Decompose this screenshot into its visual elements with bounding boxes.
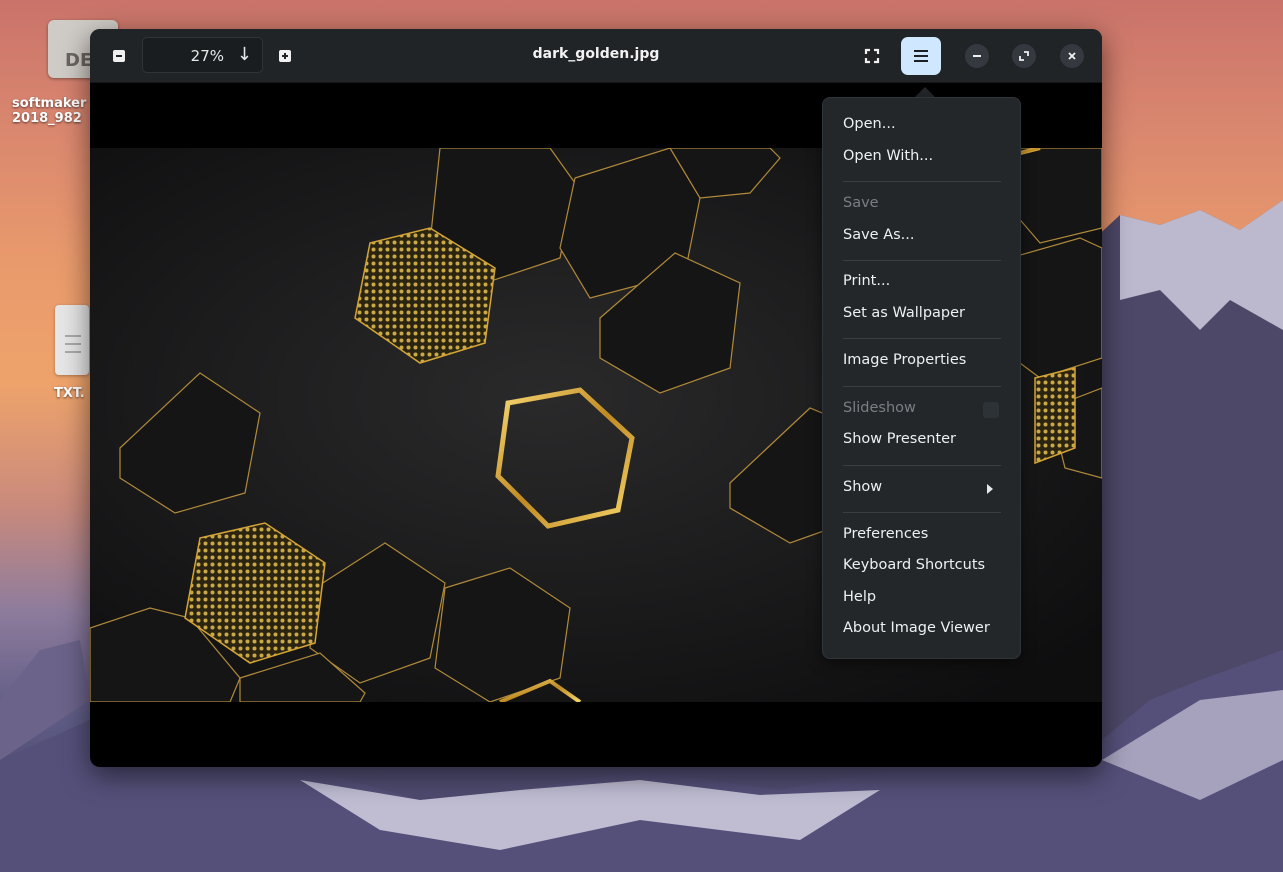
slideshow-checkbox[interactable]: [983, 402, 999, 418]
menu-separator: [843, 386, 1001, 387]
main-menu-popover: Open... Open With... Save Save As... Pri…: [822, 97, 1021, 659]
minimize-button[interactable]: [965, 44, 989, 68]
menu-item-preferences[interactable]: Preferences: [843, 526, 928, 542]
desktop-icon-label-line2: 2018_982: [12, 111, 82, 126]
menu-item-set-as-wallpaper[interactable]: Set as Wallpaper: [843, 305, 965, 321]
submenu-arrow-icon: [987, 484, 993, 494]
menu-item-open-with[interactable]: Open With...: [843, 148, 933, 164]
header-bar: 27% ↓ dark_golden.jpg: [90, 29, 1102, 83]
minimize-icon: [973, 55, 981, 57]
menu-separator: [843, 260, 1001, 261]
menu-item-save[interactable]: Save: [843, 195, 879, 211]
fullscreen-icon: [864, 48, 880, 64]
close-button[interactable]: [1060, 44, 1084, 68]
menu-item-about[interactable]: About Image Viewer: [843, 620, 990, 636]
fullscreen-button[interactable]: [858, 42, 886, 70]
menu-separator: [843, 338, 1001, 339]
menu-item-keyboard-shortcuts[interactable]: Keyboard Shortcuts: [843, 557, 985, 573]
menu-item-show-presenter[interactable]: Show Presenter: [843, 431, 956, 447]
maximize-button[interactable]: [1012, 44, 1036, 68]
close-icon: [1068, 52, 1076, 60]
menu-item-open[interactable]: Open...: [843, 116, 896, 132]
menu-separator: [843, 465, 1001, 466]
menu-item-save-as[interactable]: Save As...: [843, 227, 915, 243]
text-file-icon[interactable]: [55, 305, 89, 375]
hamburger-menu-icon: [914, 50, 928, 62]
deb-file-image-text: DE: [65, 50, 93, 71]
menu-separator: [843, 181, 1001, 182]
menu-item-image-properties[interactable]: Image Properties: [843, 352, 966, 368]
menu-item-slideshow[interactable]: Slideshow: [843, 400, 916, 416]
menu-item-help[interactable]: Help: [843, 589, 876, 605]
menu-separator: [843, 512, 1001, 513]
window-title: dark_golden.jpg: [532, 46, 660, 62]
maximize-icon: [1019, 51, 1029, 61]
menu-item-show[interactable]: Show: [843, 479, 882, 495]
desktop-icon-label-txt[interactable]: TXT.: [54, 386, 85, 401]
menu-item-print[interactable]: Print...: [843, 273, 890, 289]
desktop-icon-label-softmaker[interactable]: softmaker 2018_982: [12, 96, 86, 126]
main-menu-button[interactable]: [901, 37, 941, 75]
desktop-icon-label-line1: softmaker: [12, 96, 87, 111]
